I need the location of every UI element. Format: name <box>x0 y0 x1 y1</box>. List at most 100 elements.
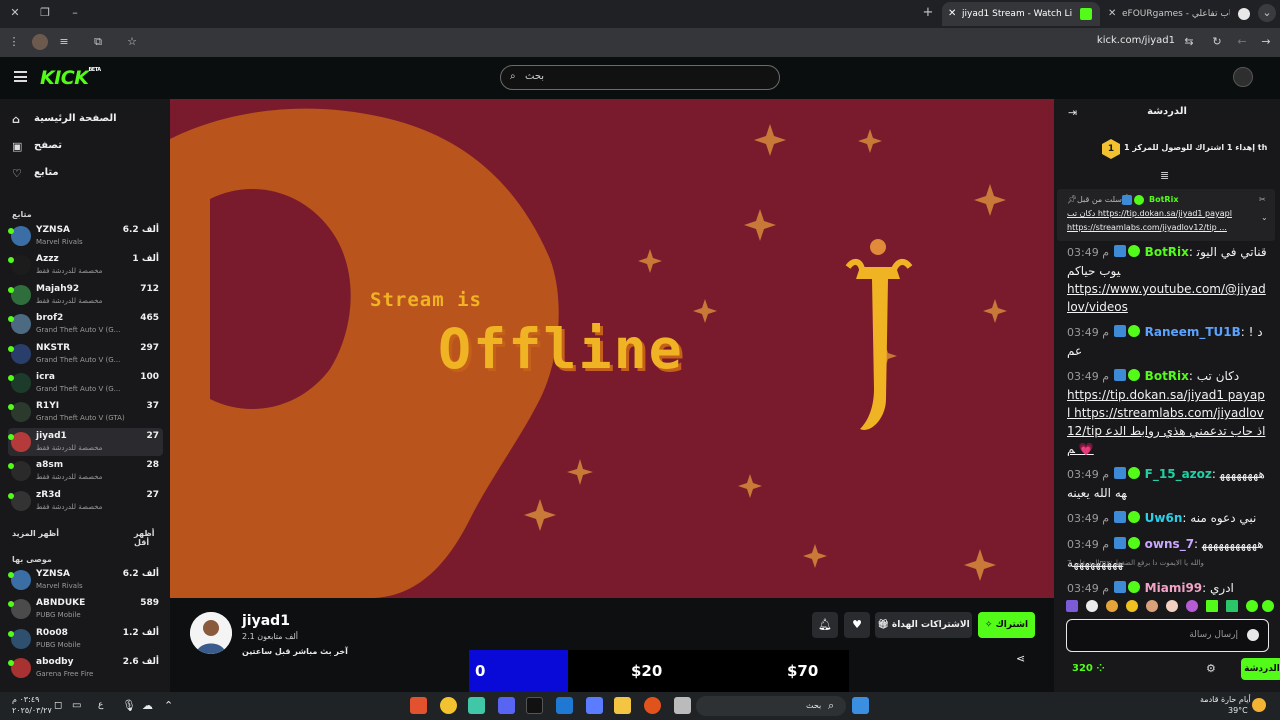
share-icon[interactable]: ⋖ <box>1016 652 1025 665</box>
windows-start-icon[interactable] <box>852 697 869 714</box>
channel-row[interactable]: zR3d مخصصة للدردشة فقط 27 <box>8 487 163 515</box>
browser-app-icon[interactable] <box>644 697 661 714</box>
channel-row[interactable]: brof2 Grand Theft Auto V (G... 465 <box>8 310 163 338</box>
message-username[interactable]: owns_7 <box>1145 537 1194 551</box>
chrome-icon[interactable] <box>440 697 457 714</box>
tab-close-icon[interactable]: ✕ <box>1108 2 1116 26</box>
emote-icon[interactable] <box>1226 600 1238 612</box>
emote-icon[interactable] <box>1106 600 1118 612</box>
emote-icon[interactable] <box>1186 600 1198 612</box>
send-chat-button[interactable]: الدردشة <box>1241 658 1280 680</box>
emote-icon[interactable] <box>1246 600 1258 612</box>
file-explorer-icon[interactable] <box>614 697 631 714</box>
message-username[interactable]: Uw6n <box>1145 511 1183 525</box>
outlook-icon[interactable] <box>556 697 573 714</box>
minimize-window-icon[interactable]: – <box>66 4 84 22</box>
app-icon[interactable] <box>674 697 691 714</box>
channel-points[interactable]: 320 ⁘ <box>1072 663 1105 674</box>
unpin-icon[interactable]: ✂ <box>1259 195 1266 204</box>
weather-icon[interactable] <box>1252 698 1266 712</box>
microphone-icon[interactable]: 🎙︎ <box>122 699 136 712</box>
menu-dots-icon[interactable]: ⋮ <box>6 34 22 50</box>
message-username[interactable]: Raneem_TU1B <box>1145 325 1241 339</box>
language-indicator[interactable]: ع <box>98 700 103 710</box>
sub-goal-banner[interactable]: 1 إهداء 1 اشتراك للوصول للمركز 1 th <box>1054 139 1280 161</box>
cloud-icon[interactable]: ☁ <box>142 699 153 712</box>
message-username[interactable]: Miami99 <box>1145 581 1202 595</box>
discord-icon[interactable] <box>498 697 515 714</box>
channel-row[interactable]: Azzz مخصصة للدردشة فقط 1 ألف <box>8 251 163 279</box>
tab-search-chevron-icon[interactable]: ⌄ <box>1258 4 1276 22</box>
hamburger-menu-icon[interactable] <box>14 71 27 82</box>
pinned-user[interactable]: BotRix <box>1149 195 1178 204</box>
site-settings-icon[interactable]: ⇆ <box>1181 34 1197 50</box>
tab-efourgames[interactable]: ✕ eFOURgames - نادي ألعاب تفاعلي <box>1100 2 1252 26</box>
follow-heart-button[interactable]: ♥ <box>844 612 870 638</box>
app-icon[interactable] <box>468 697 485 714</box>
channel-row[interactable]: Majah92 مخصصة للدردشة فقط 712 <box>8 281 163 309</box>
channel-row[interactable]: icra Grand Theft Auto V (G... 100 <box>8 369 163 397</box>
show-less-link[interactable]: أظهر أقل <box>134 529 170 547</box>
notifications-bell-button[interactable]: 🔔︎ <box>812 612 838 638</box>
channel-row[interactable]: YZNSA Marvel Rivals 6.2 ألف <box>8 222 163 250</box>
show-more-link[interactable]: أظهر المزيد <box>12 529 59 538</box>
tiktok-icon[interactable] <box>526 697 543 714</box>
sidebar-icon[interactable]: ≡ <box>56 34 72 50</box>
brave-icon[interactable] <box>410 697 427 714</box>
emote-icon[interactable] <box>1206 600 1218 612</box>
channel-row[interactable]: R0o08 PUBG Mobile 1.2 ألف <box>8 625 163 653</box>
message-link[interactable]: https://www.youtube.com/@jiyadlov/videos <box>1067 282 1266 314</box>
bookmark-star-icon[interactable]: ☆ <box>124 34 140 50</box>
emote-icon[interactable] <box>1166 600 1178 612</box>
maximize-window-icon[interactable]: ❐ <box>36 4 54 22</box>
weather-text[interactable]: أيام حارة قادمة <box>1200 695 1251 704</box>
close-window-icon[interactable]: ✕ <box>6 4 24 22</box>
message-username[interactable]: BotRix <box>1145 369 1189 383</box>
search-input[interactable]: ⌕ بحث <box>500 65 780 90</box>
network-icon[interactable]: ▭ <box>72 700 81 711</box>
url-field[interactable]: kick.com/jiyad1 <box>1060 35 1175 46</box>
subscribe-button[interactable]: ✧ اشتراك <box>978 612 1035 638</box>
channel-row[interactable]: R1YI Grand Theft Auto V (GTA) 37 <box>8 398 163 426</box>
channel-row[interactable]: a8sm مخصصة للدردشة فقط 28 <box>8 457 163 485</box>
emote-icon[interactable] <box>1066 600 1078 612</box>
tab-jiyad1-stream[interactable]: ✕ jiyad1 Stream - Watch Live on Kick <box>942 2 1100 26</box>
notification-icon[interactable]: ◻ <box>54 700 62 711</box>
store-icon[interactable] <box>586 697 603 714</box>
streamer-avatar[interactable] <box>190 612 232 654</box>
back-icon[interactable]: → <box>1258 34 1274 50</box>
channel-row[interactable]: YZNSA Marvel Rivals 6.2 ألف <box>8 566 163 594</box>
pinned-line-1[interactable]: دكان تب https://tip.dokan.sa/jiyad1 paya… <box>1067 209 1232 218</box>
taskbar-search[interactable]: بحث ⌕ <box>696 696 846 716</box>
emote-icon[interactable] <box>1086 600 1098 612</box>
filter-icon[interactable]: ≣ <box>1160 169 1169 182</box>
reload-icon[interactable]: ↻ <box>1209 34 1225 50</box>
message-username[interactable]: F_15_azoz <box>1145 467 1212 481</box>
clock-date[interactable]: ٢٠٢٥/٠٣/٢٧ <box>12 706 52 715</box>
new-tab-button[interactable]: + <box>920 4 936 22</box>
channel-row[interactable]: abodby Garena Free Fire 2.6 ألف <box>8 654 163 682</box>
message-link[interactable]: https://tip.dokan.sa/jiyad1 payapl https… <box>1067 388 1265 456</box>
emote-icon[interactable] <box>1126 600 1138 612</box>
expand-chevron-icon[interactable]: ⌄ <box>1261 213 1268 222</box>
extensions-icon[interactable]: ⧉ <box>90 34 106 50</box>
streamer-name[interactable]: jiyad1 <box>242 613 290 629</box>
gift-subs-button[interactable]: 🎁︎ الاشتراكات الهداة <box>875 612 972 638</box>
tray-chevron-icon[interactable]: ⌃ <box>164 699 173 712</box>
pinned-line-2[interactable]: https://streamlabs.com/jiyadlov12/tip ..… <box>1067 223 1227 232</box>
user-avatar[interactable] <box>1233 67 1253 87</box>
emote-icon[interactable] <box>1146 600 1158 612</box>
forward-icon[interactable]: ← <box>1234 34 1250 50</box>
pinned-message[interactable]: 📌︎ أرسلت من قبل BotRix ✂ دكان تب https:/… <box>1057 189 1275 241</box>
emote-icon[interactable] <box>1262 600 1274 612</box>
channel-row[interactable]: ABNDUKE PUBG Mobile 589 <box>8 595 163 623</box>
chat-settings-gear-icon[interactable]: ⚙ <box>1206 662 1216 675</box>
channel-row[interactable]: jiyad1 مخصصة للدردشة فقط 27 <box>8 427 163 456</box>
profile-avatar-icon[interactable] <box>32 34 48 50</box>
message-username[interactable]: BotRix <box>1145 245 1189 259</box>
tab-close-icon[interactable]: ✕ <box>948 2 956 26</box>
channel-row[interactable]: NKSTR Grand Theft Auto V (G... 297 <box>8 340 163 368</box>
emoji-picker-icon[interactable] <box>1247 629 1259 641</box>
chat-message-input[interactable]: إرسال رسالة <box>1066 619 1269 652</box>
video-player[interactable]: Stream is Offline <box>170 99 1054 598</box>
